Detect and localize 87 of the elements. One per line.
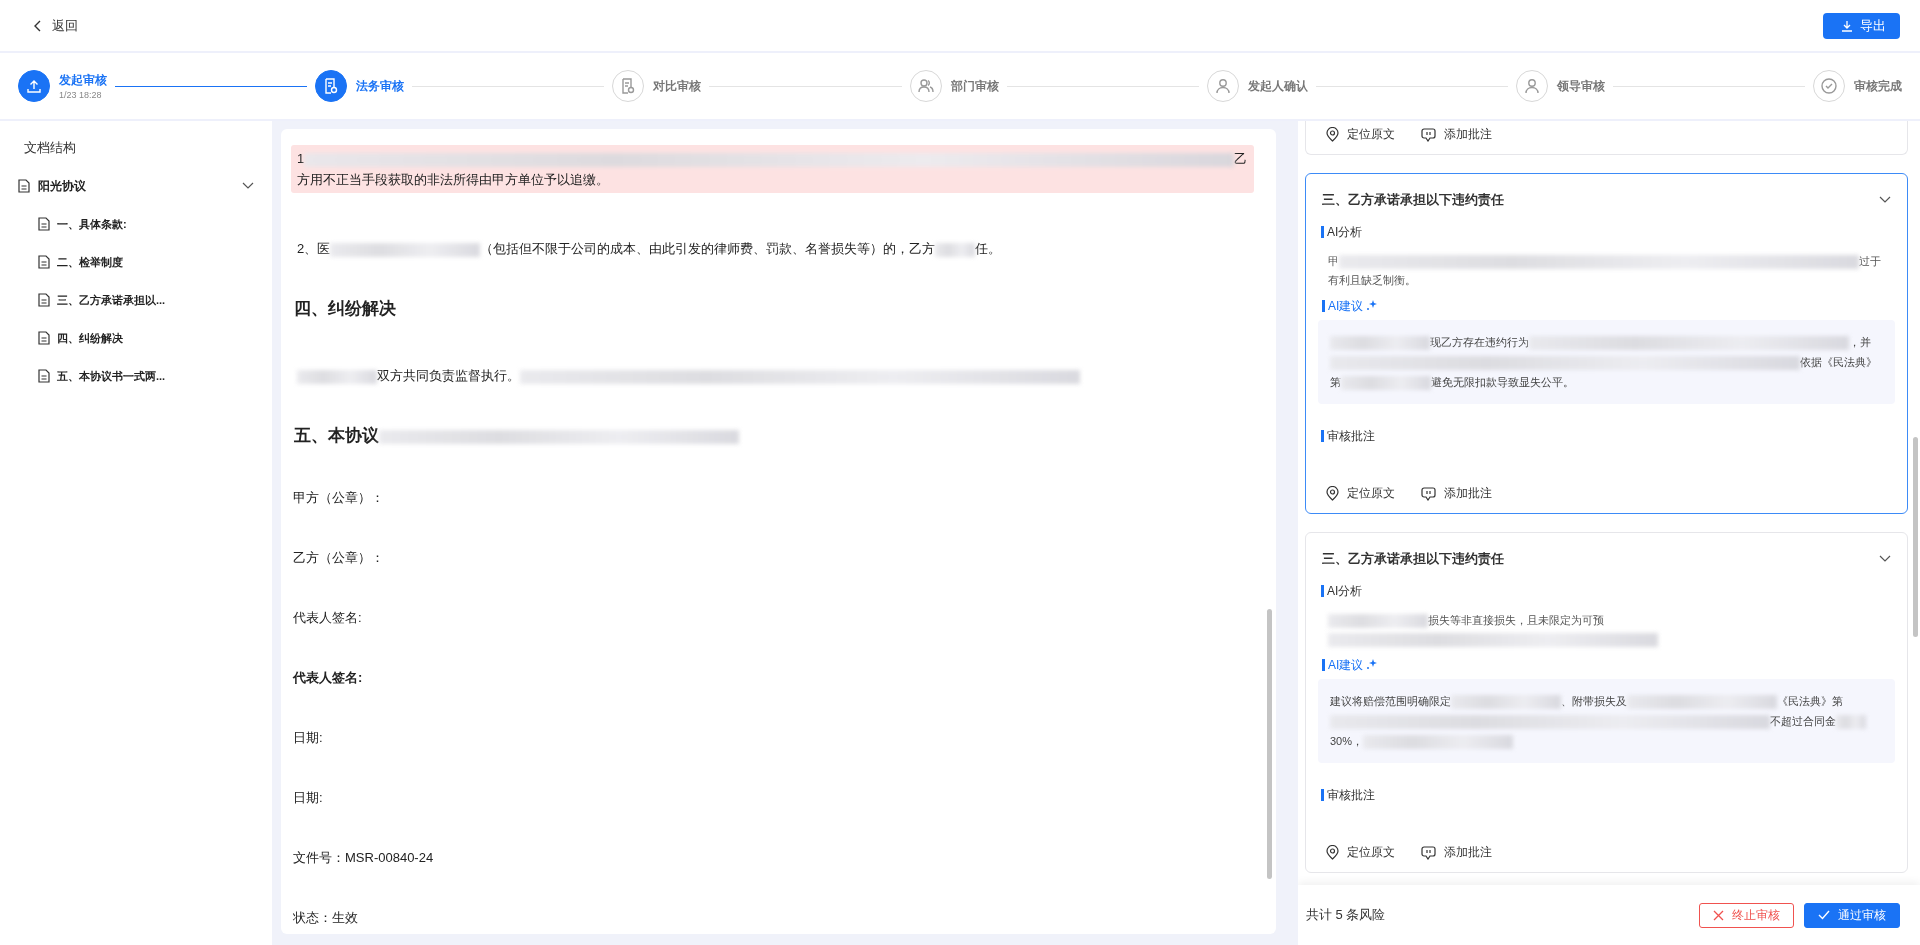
document-icon bbox=[612, 70, 645, 102]
section-label: AI分析 bbox=[1321, 226, 1363, 238]
sparkle-icon bbox=[1365, 300, 1378, 312]
chevron-down-icon[interactable] bbox=[1879, 555, 1891, 563]
check-circle-icon bbox=[1813, 70, 1846, 102]
document-icon bbox=[38, 255, 50, 269]
step-label: 发起人确认 bbox=[1247, 78, 1308, 94]
step[interactable]: 发起人确认 bbox=[1206, 70, 1308, 102]
tree-item[interactable]: 三、乙方承诺承担以... bbox=[38, 287, 166, 313]
step-label: 法务审核 bbox=[356, 78, 405, 94]
analysis-text: 损失等非直接损失，且未限定为可预 bbox=[1328, 611, 1885, 649]
section-label: AI建议 bbox=[1322, 300, 1364, 312]
add-comment-button[interactable]: 添加批注 bbox=[1421, 486, 1492, 501]
signature-line: 代表人签名: bbox=[292, 609, 363, 626]
comment-icon bbox=[1421, 486, 1436, 501]
scrollbar[interactable] bbox=[1267, 609, 1272, 879]
step[interactable]: 法务审核 bbox=[315, 70, 405, 102]
locate-button[interactable]: 定位原文 bbox=[1326, 127, 1395, 142]
document-search-icon bbox=[315, 70, 348, 102]
section-heading: 四、纠纷解决 bbox=[293, 298, 397, 319]
step-time: 1/23 18:28 bbox=[59, 89, 103, 100]
analysis-text: 甲 过于有利且缺乏制衡。 bbox=[1328, 254, 1882, 288]
chevron-left-icon bbox=[33, 19, 43, 32]
back-link[interactable]: 返回 bbox=[33, 16, 78, 35]
reject-button[interactable]: 终止审核 bbox=[1699, 902, 1794, 928]
document-icon bbox=[18, 179, 30, 193]
tree-item[interactable]: 二、检举制度 bbox=[38, 249, 123, 275]
document-icon bbox=[38, 293, 50, 307]
signature-line: 代表人签名: bbox=[291, 669, 364, 686]
signature-line: 乙方（公章）： bbox=[292, 549, 385, 566]
panel-title: 文档结构 bbox=[23, 139, 77, 157]
document-icon bbox=[38, 331, 50, 345]
sparkle-icon bbox=[1365, 659, 1378, 671]
step-label: 对比审核 bbox=[653, 78, 702, 94]
signature-line: 文件号：MSR-00840-24 bbox=[292, 849, 435, 866]
tree-item[interactable]: 五、本协议书一式两... bbox=[38, 363, 166, 389]
signature-line: 日期: bbox=[292, 789, 324, 806]
step[interactable]: 领导审核 bbox=[1515, 70, 1605, 102]
upload-icon bbox=[18, 70, 50, 102]
card-title: 三、乙方承诺承担以下违约责任 bbox=[1322, 550, 1504, 568]
card-title: 三、乙方承诺承担以下违约责任 bbox=[1322, 191, 1504, 209]
step[interactable]: 部门审核 bbox=[909, 70, 999, 102]
people-icon bbox=[909, 70, 942, 102]
chevron-down-icon[interactable] bbox=[1879, 196, 1891, 204]
step-label: 审核完成 bbox=[1854, 78, 1903, 94]
close-icon bbox=[1713, 909, 1724, 921]
export-button[interactable]: 导出 bbox=[1823, 12, 1900, 39]
scrollbar[interactable] bbox=[1913, 437, 1918, 637]
download-icon bbox=[1841, 19, 1853, 32]
add-comment-button[interactable]: 添加批注 bbox=[1421, 127, 1492, 142]
tree-item[interactable]: 四、纠纷解决 bbox=[38, 325, 123, 351]
suggestion-text: 现乙方存在违约行为 ，并 依据《民法典》第 避免无限扣款导致显失公平。 bbox=[1318, 320, 1895, 404]
section-label: 审核批注 bbox=[1321, 789, 1375, 801]
step-label: 领导审核 bbox=[1556, 78, 1605, 94]
user-icon bbox=[1206, 70, 1239, 102]
document-icon bbox=[38, 369, 50, 383]
step[interactable]: 审核完成 bbox=[1813, 70, 1903, 102]
tree-item[interactable]: 阳光协议 bbox=[18, 173, 254, 199]
suggestion-text: 建议将赔偿范围明确限定 、附带损失及 《民法典》第 不超过合同金 30%， bbox=[1318, 679, 1895, 763]
section-label: AI建议 bbox=[1322, 659, 1364, 671]
check-icon bbox=[1818, 910, 1830, 920]
locate-button[interactable]: 定位原文 bbox=[1326, 845, 1395, 860]
step-label: 部门审核 bbox=[950, 78, 999, 94]
paragraph: 2、医 （包括但不限于公司的成本、由此引发的律师费、罚款、名誉损失等）的，乙方 任。 bbox=[296, 240, 1003, 259]
comment-icon bbox=[1421, 127, 1436, 142]
section-label: AI分析 bbox=[1321, 585, 1363, 597]
step[interactable]: 对比审核 bbox=[612, 70, 702, 102]
add-comment-button[interactable]: 添加批注 bbox=[1421, 845, 1492, 860]
signature-line: 日期: bbox=[292, 729, 324, 746]
highlighted-paragraph: 1 乙方用不正当手段获取的非法所得由甲方单位予以追缴。 bbox=[291, 145, 1254, 193]
document-icon bbox=[38, 217, 50, 231]
comment-icon bbox=[1421, 845, 1436, 860]
user-icon bbox=[1515, 70, 1548, 102]
step-label: 发起审核 bbox=[59, 72, 107, 88]
paragraph: 双方共同负责监督执行。 bbox=[291, 362, 1254, 389]
signature-line: 状态：生效 bbox=[292, 909, 359, 926]
section-label: 审核批注 bbox=[1321, 430, 1375, 442]
location-pin-icon bbox=[1326, 127, 1339, 142]
signature-line: 甲方（公章）： bbox=[292, 489, 385, 506]
section-heading: 五、本协议 bbox=[291, 425, 1254, 447]
step[interactable]: 发起审核 1/23 18:28 bbox=[18, 70, 107, 102]
risk-count: 共计 5 条风险 bbox=[1306, 906, 1386, 924]
tree-item[interactable]: 一、具体条款: bbox=[38, 211, 127, 237]
location-pin-icon bbox=[1326, 486, 1339, 501]
locate-button[interactable]: 定位原文 bbox=[1326, 486, 1395, 501]
location-pin-icon bbox=[1326, 845, 1339, 860]
approve-button[interactable]: 通过审核 bbox=[1804, 902, 1900, 928]
